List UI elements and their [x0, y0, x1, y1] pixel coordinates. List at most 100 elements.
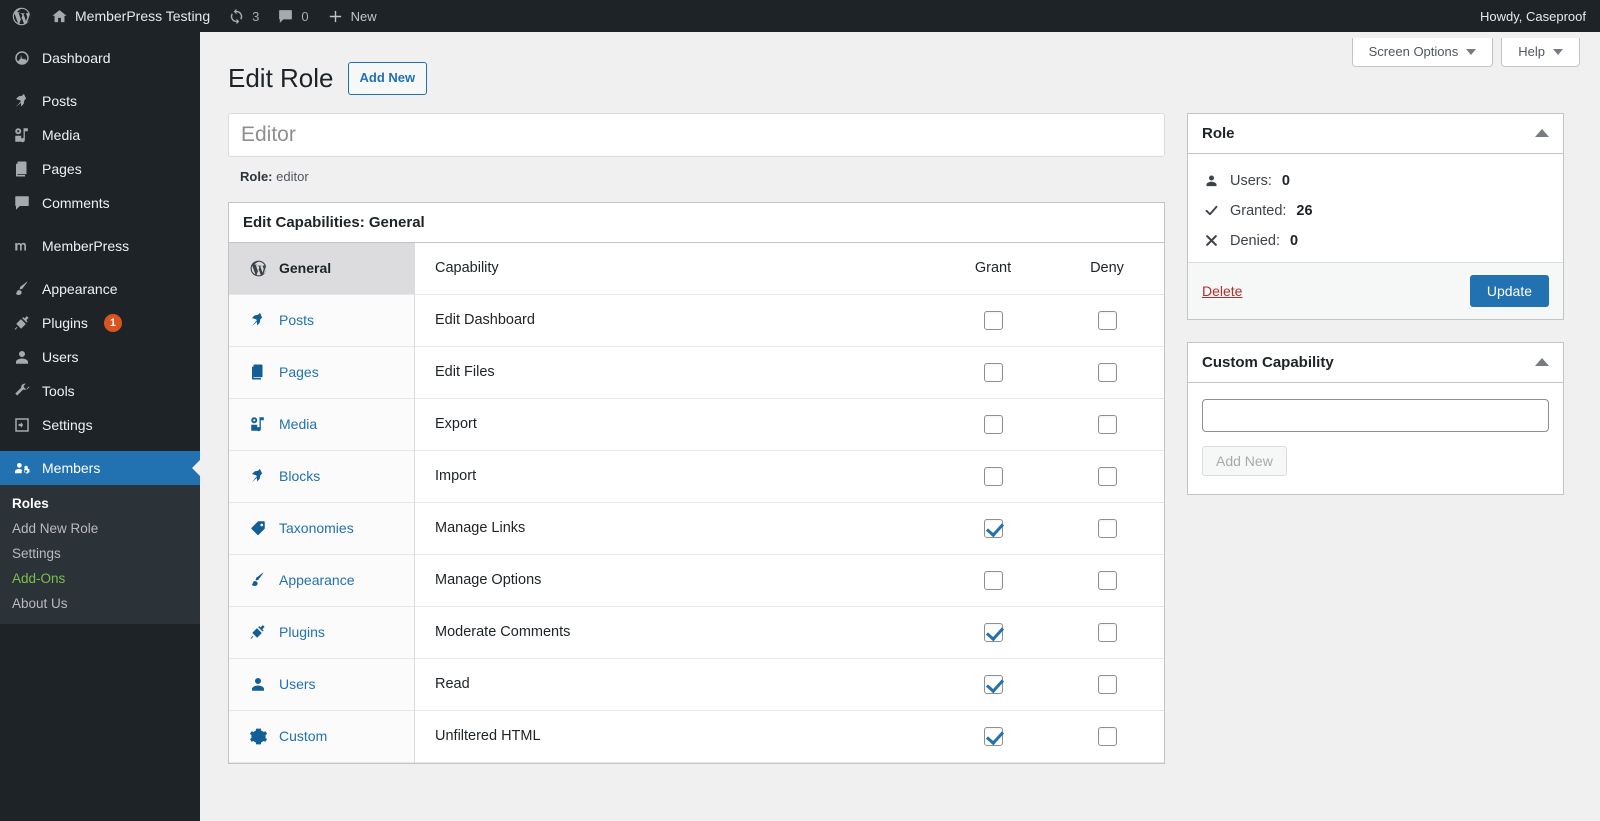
capability-tab-pages[interactable]: Pages	[229, 346, 414, 399]
help-tab[interactable]: Help	[1501, 38, 1580, 67]
capabilities-heading: Edit Capabilities: General	[229, 203, 1164, 243]
delete-role-link[interactable]: Delete	[1202, 283, 1242, 299]
grant-checkbox[interactable]	[983, 310, 1003, 330]
sidebar-item-plugins[interactable]: Plugins 1	[0, 306, 200, 340]
custom-capability-input[interactable]	[1202, 398, 1549, 432]
capability-tab-custom[interactable]: Custom	[229, 710, 414, 763]
capabilities-postbox: Edit Capabilities: General General Posts…	[228, 201, 1165, 764]
screen-options-label: Screen Options	[1368, 44, 1459, 59]
chevron-down-icon	[1466, 48, 1477, 55]
grant-checkbox[interactable]	[983, 362, 1003, 382]
capability-tab-media[interactable]: Media	[229, 398, 414, 451]
submenu-item-about-us[interactable]: About Us	[0, 591, 200, 616]
paintbrush-icon	[247, 571, 269, 589]
deny-checkbox[interactable]	[1097, 518, 1117, 538]
site-name-button[interactable]: MemberPress Testing	[42, 0, 219, 32]
deny-checkbox[interactable]	[1097, 466, 1117, 486]
capability-tab-taxonomies[interactable]: Taxonomies	[229, 502, 414, 555]
capability-tab-blocks[interactable]: Blocks	[229, 450, 414, 503]
new-content-button[interactable]: New	[318, 0, 386, 32]
grant-checkbox[interactable]	[983, 518, 1003, 538]
role-panel-header[interactable]: Role	[1188, 114, 1563, 154]
sidebar-item-memberpress[interactable]: MemberPress	[0, 229, 200, 263]
screen-options-tab[interactable]: Screen Options	[1351, 38, 1494, 67]
role-stats-list: Users: 0 Granted: 26 Denied: 0	[1188, 154, 1563, 262]
deny-checkbox[interactable]	[1097, 414, 1117, 434]
grant-checkbox[interactable]	[983, 414, 1003, 434]
update-role-button[interactable]: Update	[1469, 274, 1549, 307]
tag-icon	[247, 519, 269, 537]
sidebar-item-pages[interactable]: Pages	[0, 152, 200, 186]
members-submenu: Roles Add New Role Settings Add-Ons Abou…	[0, 485, 200, 624]
deny-cell	[1050, 310, 1164, 330]
side-column: Role Users: 0 Granted: 26 Denied: 0 Dele…	[1187, 112, 1564, 764]
capability-label: Moderate Comments	[435, 624, 571, 641]
deny-cell	[1050, 570, 1164, 590]
capability-label: Export	[435, 416, 477, 433]
sidebar-item-posts[interactable]: Posts	[0, 84, 200, 118]
deny-checkbox[interactable]	[1097, 726, 1117, 746]
capability-tab-general[interactable]: General	[229, 242, 414, 295]
wordpress-logo-icon	[247, 259, 269, 278]
comments-button[interactable]: 0	[268, 0, 317, 32]
updates-button[interactable]: 3	[219, 0, 268, 32]
sidebar-item-label: Settings	[42, 417, 93, 433]
deny-checkbox[interactable]	[1097, 622, 1117, 642]
grant-checkbox[interactable]	[983, 466, 1003, 486]
submenu-item-roles[interactable]: Roles	[0, 491, 200, 516]
submenu-item-add-new-role[interactable]: Add New Role	[0, 516, 200, 541]
sidebar-item-label: Media	[42, 127, 81, 143]
plugins-update-badge: 1	[103, 314, 123, 332]
role-name-input[interactable]	[228, 112, 1165, 157]
deny-checkbox[interactable]	[1097, 570, 1117, 590]
role-granted-row: Granted: 26	[1202, 196, 1549, 226]
page-layout: Role: editor Edit Capabilities: General	[228, 112, 1580, 764]
custom-capability-header[interactable]: Custom Capability	[1188, 343, 1563, 383]
role-users-label: Users:	[1230, 172, 1272, 189]
capability-tab-posts[interactable]: Posts	[229, 294, 414, 347]
sidebar-item-tools[interactable]: Tools	[0, 374, 200, 408]
deny-checkbox[interactable]	[1097, 310, 1117, 330]
capability-tab-label: Media	[279, 416, 318, 433]
capability-table-header: Capability Grant Deny	[415, 243, 1164, 295]
updates-count: 3	[252, 8, 260, 24]
add-new-capability-button[interactable]: Add New	[1202, 445, 1287, 476]
sidebar-item-members[interactable]: Members	[0, 451, 200, 485]
checkmark-icon	[1202, 203, 1220, 218]
user-icon	[12, 348, 32, 366]
grant-checkbox[interactable]	[983, 622, 1003, 642]
grant-checkbox[interactable]	[983, 726, 1003, 746]
sidebar-item-appearance[interactable]: Appearance	[0, 272, 200, 306]
page-title: Edit Role	[228, 62, 334, 93]
table-row: Import	[415, 451, 1164, 503]
submenu-item-settings[interactable]: Settings	[0, 541, 200, 566]
sidebar-item-label: MemberPress	[42, 238, 130, 254]
sidebar-item-settings[interactable]: Settings	[0, 408, 200, 442]
media-icon	[12, 126, 32, 144]
role-users-value: 0	[1281, 172, 1290, 189]
my-account-button[interactable]: Howdy, Caseproof	[1480, 9, 1600, 24]
table-row: Edit Files	[415, 347, 1164, 399]
chevron-up-icon[interactable]	[1535, 358, 1549, 367]
sidebar-item-dashboard[interactable]: Dashboard	[0, 41, 200, 75]
deny-checkbox[interactable]	[1097, 674, 1117, 694]
sidebar-item-users[interactable]: Users	[0, 340, 200, 374]
capability-label: Edit Files	[435, 364, 495, 381]
pin-icon	[12, 92, 32, 110]
page-wrap: Edit Role Add New Role: editor Edit Capa…	[200, 32, 1600, 764]
wordpress-logo-button[interactable]	[0, 0, 42, 32]
table-row: Unfiltered HTML	[415, 711, 1164, 763]
capability-tab-label: General	[279, 260, 332, 277]
capability-tab-appearance[interactable]: Appearance	[229, 554, 414, 607]
grant-checkbox[interactable]	[983, 570, 1003, 590]
grant-checkbox[interactable]	[983, 674, 1003, 694]
sidebar-item-media[interactable]: Media	[0, 118, 200, 152]
capability-tab-users[interactable]: Users	[229, 658, 414, 711]
add-new-role-button[interactable]: Add New	[347, 62, 428, 95]
chevron-up-icon[interactable]	[1535, 129, 1549, 138]
submenu-item-add-ons[interactable]: Add-Ons	[0, 566, 200, 591]
sidebar-item-comments[interactable]: Comments	[0, 186, 200, 220]
capability-tab-plugins[interactable]: Plugins	[229, 606, 414, 659]
deny-checkbox[interactable]	[1097, 362, 1117, 382]
table-row: Manage Links	[415, 503, 1164, 555]
